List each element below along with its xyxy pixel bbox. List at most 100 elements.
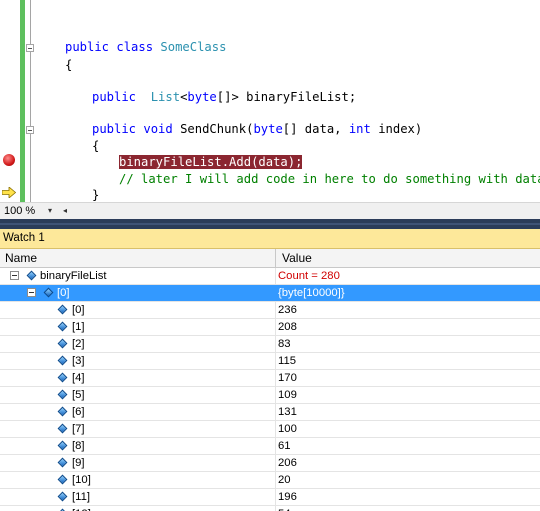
code-token: {	[92, 139, 100, 153]
code-token: SomeClass	[160, 40, 227, 54]
watch-value[interactable]: 115	[278, 353, 296, 369]
watch-name: [12]	[72, 506, 91, 511]
watch-name: [5]	[72, 389, 85, 401]
code-line[interactable]: {	[65, 57, 72, 73]
collapse-method-icon[interactable]	[26, 126, 34, 134]
field-icon	[57, 389, 68, 400]
field-icon	[57, 423, 68, 434]
watch-value[interactable]: 100	[278, 421, 297, 437]
watch-grid-header: Name Value	[0, 249, 540, 268]
field-icon	[57, 406, 68, 417]
watch-name-cell: [6]	[0, 404, 276, 420]
watch-name: [3]	[72, 355, 85, 367]
watch-row[interactable]: [3] 115	[0, 353, 540, 370]
watch-name-cell: [10]	[0, 472, 276, 488]
code-line[interactable]: public List<byte[]> binaryFileList;	[92, 89, 356, 105]
watch-row[interactable]: [10] 20	[0, 472, 540, 489]
watch-name-cell: [1]	[0, 319, 276, 335]
code-line[interactable]: // later I will add code in here to do s…	[119, 171, 540, 187]
watch-row[interactable]: [7] 100	[0, 421, 540, 438]
scroll-left-icon[interactable]: ◂	[63, 206, 67, 215]
watch-value[interactable]: 83	[278, 336, 291, 352]
indicator-margin[interactable]	[0, 0, 20, 202]
watch-row[interactable]: [4] 170	[0, 370, 540, 387]
watch-row[interactable]: [6] 131	[0, 404, 540, 421]
watch-row[interactable]: [8] 61	[0, 438, 540, 455]
watch-row[interactable]: [12] 54	[0, 506, 540, 511]
code-token: // later I will add code in here to do s…	[119, 172, 540, 186]
field-icon	[57, 321, 68, 332]
watch-window-title: Watch 1	[0, 229, 540, 249]
watch-value[interactable]: {byte[10000]}	[278, 285, 345, 301]
watch-row[interactable]: [9] 206	[0, 455, 540, 472]
watch-value[interactable]: 109	[278, 387, 297, 403]
collapse-class-icon[interactable]	[26, 44, 34, 52]
zoom-bar: 100 % ▾ ◂	[0, 202, 540, 219]
collapse-icon[interactable]	[10, 271, 19, 280]
watch-value[interactable]: 54	[278, 506, 291, 511]
code-line[interactable]: }	[92, 187, 99, 202]
code-token: public	[92, 90, 151, 104]
change-tracking-bar	[20, 0, 25, 202]
code-token: SendChunk(	[180, 122, 254, 136]
watch-row[interactable]: [0] 236	[0, 302, 540, 319]
watch-value[interactable]: 131	[278, 404, 297, 420]
watch-name: [9]	[72, 457, 85, 469]
watch-rows: binaryFileList Count = 280 [0] {byte[10000]…	[0, 268, 540, 511]
code-token: public class	[65, 40, 161, 54]
watch-row[interactable]: [11] 196	[0, 489, 540, 506]
watch-name-cell: [4]	[0, 370, 276, 386]
field-icon	[26, 270, 37, 281]
code-token: byte	[253, 122, 283, 136]
collapse-icon[interactable]	[27, 288, 36, 297]
code-line[interactable]: {	[92, 138, 99, 154]
zoom-level[interactable]: 100 %	[4, 205, 35, 217]
watch-name: [0]	[57, 287, 70, 299]
field-icon	[57, 474, 68, 485]
watch-name: [6]	[72, 406, 85, 418]
field-icon	[57, 372, 68, 383]
watch-name: [1]	[72, 321, 85, 333]
watch-name-cell: [12]	[0, 506, 276, 511]
watch-name: [4]	[72, 372, 85, 384]
watch-name-cell: [7]	[0, 421, 276, 437]
column-header-name[interactable]: Name	[0, 249, 276, 267]
current-line-arrow-icon	[2, 187, 16, 198]
watch-name-cell: [0]	[0, 302, 276, 318]
code-editor[interactable]: public class SomeClass { public List<byte[…	[0, 0, 540, 202]
watch-name: [11]	[72, 491, 91, 503]
code-token: int	[348, 122, 371, 136]
watch-row[interactable]: binaryFileList Count = 280	[0, 268, 540, 285]
code-token: public void	[92, 122, 181, 136]
watch-name-cell: [0]	[0, 285, 276, 301]
code-line[interactable]: public class SomeClass	[65, 39, 226, 55]
watch-row[interactable]: [1] 208	[0, 319, 540, 336]
watch-value[interactable]: Count = 280	[278, 268, 340, 284]
column-header-value[interactable]: Value	[277, 249, 540, 267]
watch-value[interactable]: 196	[278, 489, 297, 505]
watch-row[interactable]: [0] {byte[10000]}	[0, 285, 540, 302]
watch-name-cell: [9]	[0, 455, 276, 471]
code-token: List	[150, 90, 181, 104]
watch-value[interactable]: 170	[278, 370, 297, 386]
watch-name: [8]	[72, 440, 85, 452]
watch-value[interactable]: 20	[278, 472, 291, 488]
watch-value[interactable]: 206	[278, 455, 297, 471]
watch-name-cell: binaryFileList	[0, 268, 276, 284]
watch-value[interactable]: 61	[278, 438, 291, 454]
watch-name: binaryFileList	[40, 270, 107, 282]
field-icon	[57, 304, 68, 315]
code-line[interactable]: binaryFileList.Add(data);	[119, 154, 303, 170]
watch-row[interactable]: [5] 109	[0, 387, 540, 404]
code-token: byte	[187, 90, 217, 104]
breakpoint-icon[interactable]	[3, 154, 15, 166]
field-icon	[57, 457, 68, 468]
code-line[interactable]: public void SendChunk(byte[] data, int i…	[92, 121, 422, 137]
watch-name: [7]	[72, 423, 85, 435]
panel-splitter[interactable]	[0, 219, 540, 229]
zoom-dropdown-icon[interactable]: ▾	[48, 206, 52, 215]
field-icon	[57, 355, 68, 366]
watch-value[interactable]: 236	[278, 302, 297, 318]
watch-value[interactable]: 208	[278, 319, 297, 335]
watch-row[interactable]: [2] 83	[0, 336, 540, 353]
